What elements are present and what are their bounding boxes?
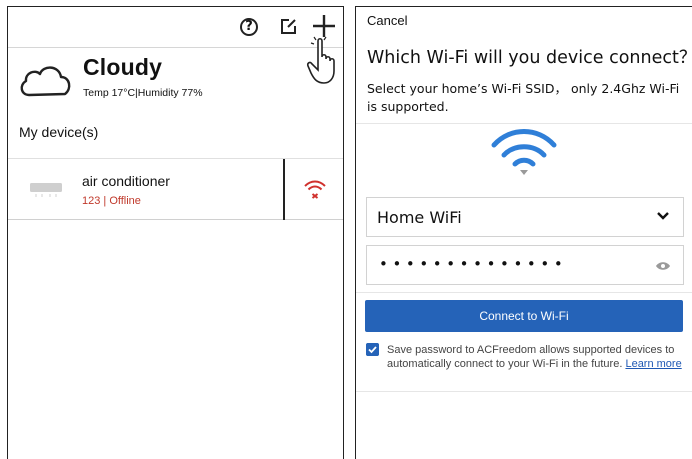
chevron-down-icon[interactable] xyxy=(656,211,670,221)
weather-condition: Cloudy xyxy=(83,54,163,80)
cloud-icon xyxy=(20,66,71,97)
hand-pointer-icon xyxy=(307,36,335,84)
divider xyxy=(356,391,692,392)
save-password-checkbox[interactable] xyxy=(366,343,379,356)
wifi-icon xyxy=(491,129,557,175)
divider xyxy=(356,292,692,293)
wifi-description: Select your home’s Wi-Fi SSID， only 2.4G… xyxy=(367,81,680,114)
page-title: Which Wi-Fi will you device connect？ xyxy=(367,48,692,68)
password-value: •••••••••••••• xyxy=(379,255,568,273)
password-field[interactable]: •••••••••••••• xyxy=(366,245,684,285)
device-name: air conditioner xyxy=(82,173,170,189)
weather-details: Temp 17°C|Humidity 77% xyxy=(83,87,203,99)
devices-heading: My device(s) xyxy=(19,124,99,140)
eye-icon[interactable] xyxy=(655,261,671,271)
air-conditioner-icon xyxy=(30,183,62,197)
home-screen: ? Cloudy Temp 17°C|Humidity 77% My devic… xyxy=(7,6,344,459)
wifi-setup-screen: Cancel Which Wi-Fi will you device conne… xyxy=(355,6,692,459)
cancel-button[interactable]: Cancel xyxy=(367,13,407,28)
ssid-select[interactable]: Home WiFi xyxy=(366,197,684,237)
ssid-value: Home WiFi xyxy=(377,208,462,227)
learn-more-link[interactable]: Learn more xyxy=(625,358,681,370)
connect-wifi-button[interactable]: Connect to Wi-Fi xyxy=(365,300,683,332)
home-toolbar: ? xyxy=(8,7,343,48)
wifi-off-icon[interactable] xyxy=(303,177,327,201)
device-status: 123 | Offline xyxy=(82,195,141,207)
device-divider xyxy=(283,159,285,220)
device-card[interactable]: air conditioner 123 | Offline xyxy=(8,158,343,220)
divider xyxy=(356,123,692,124)
save-password-text: Save password to ACFreedom allows suppor… xyxy=(387,343,687,371)
help-icon[interactable]: ? xyxy=(240,18,258,36)
edit-icon[interactable] xyxy=(280,18,297,35)
